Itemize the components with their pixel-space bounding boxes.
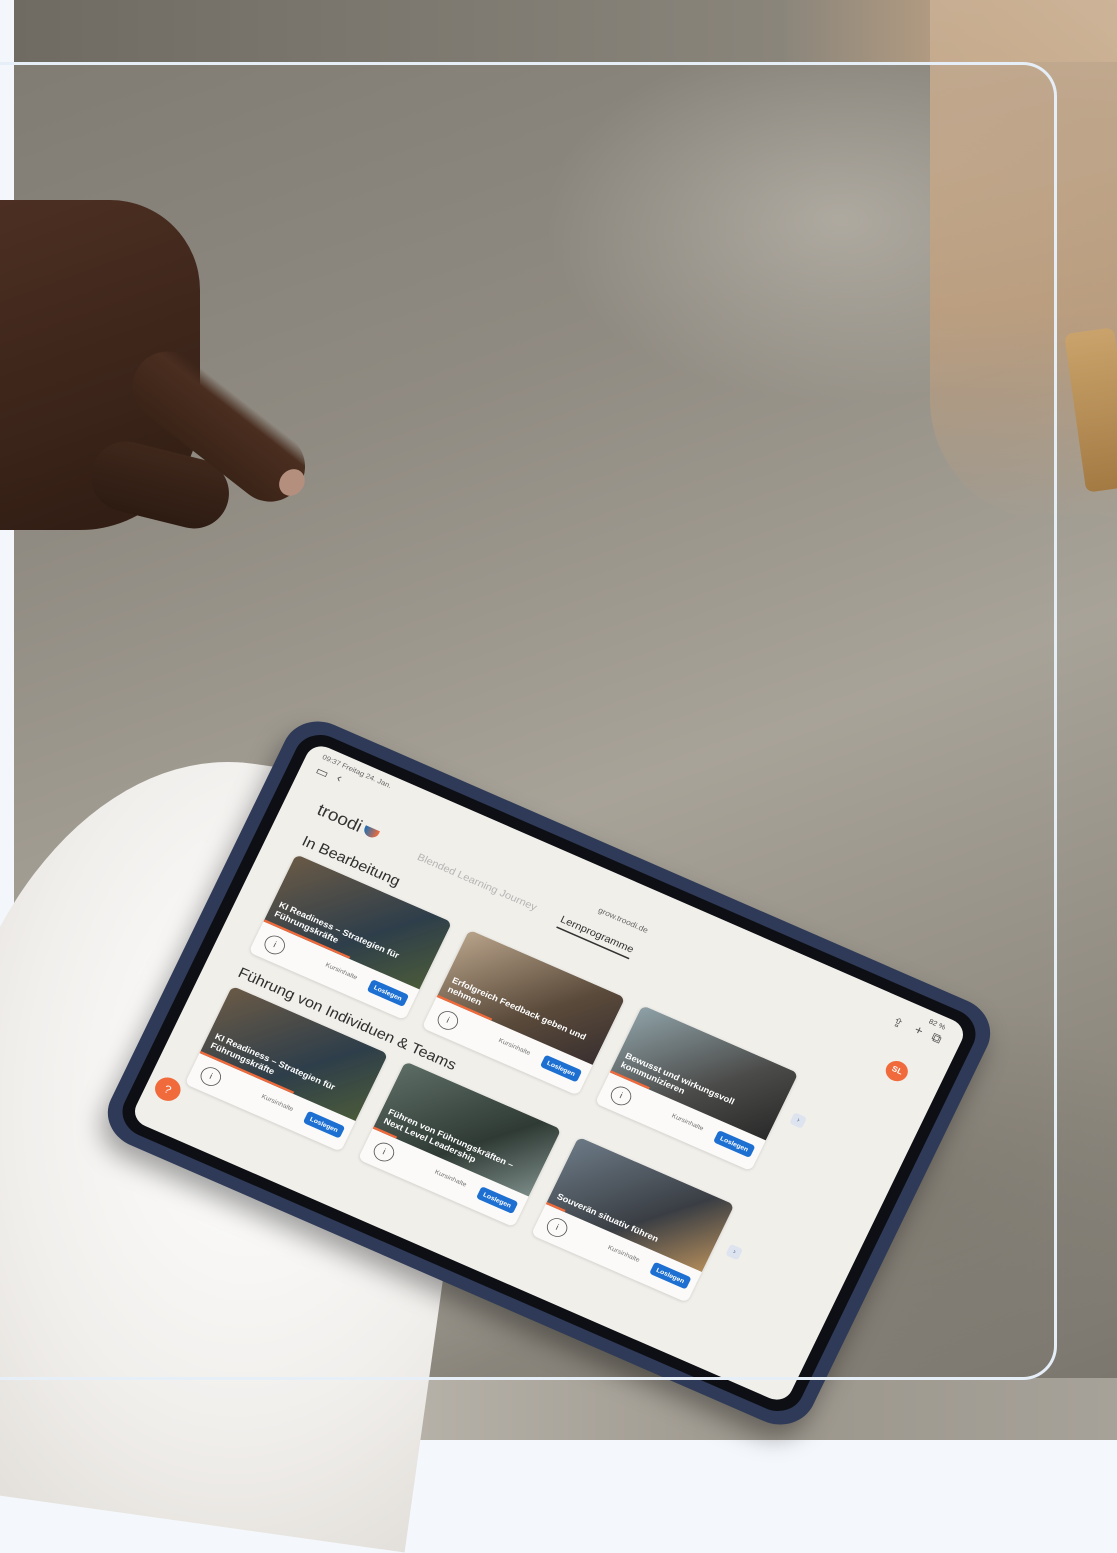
decorative-frame-outline <box>0 62 1057 1380</box>
